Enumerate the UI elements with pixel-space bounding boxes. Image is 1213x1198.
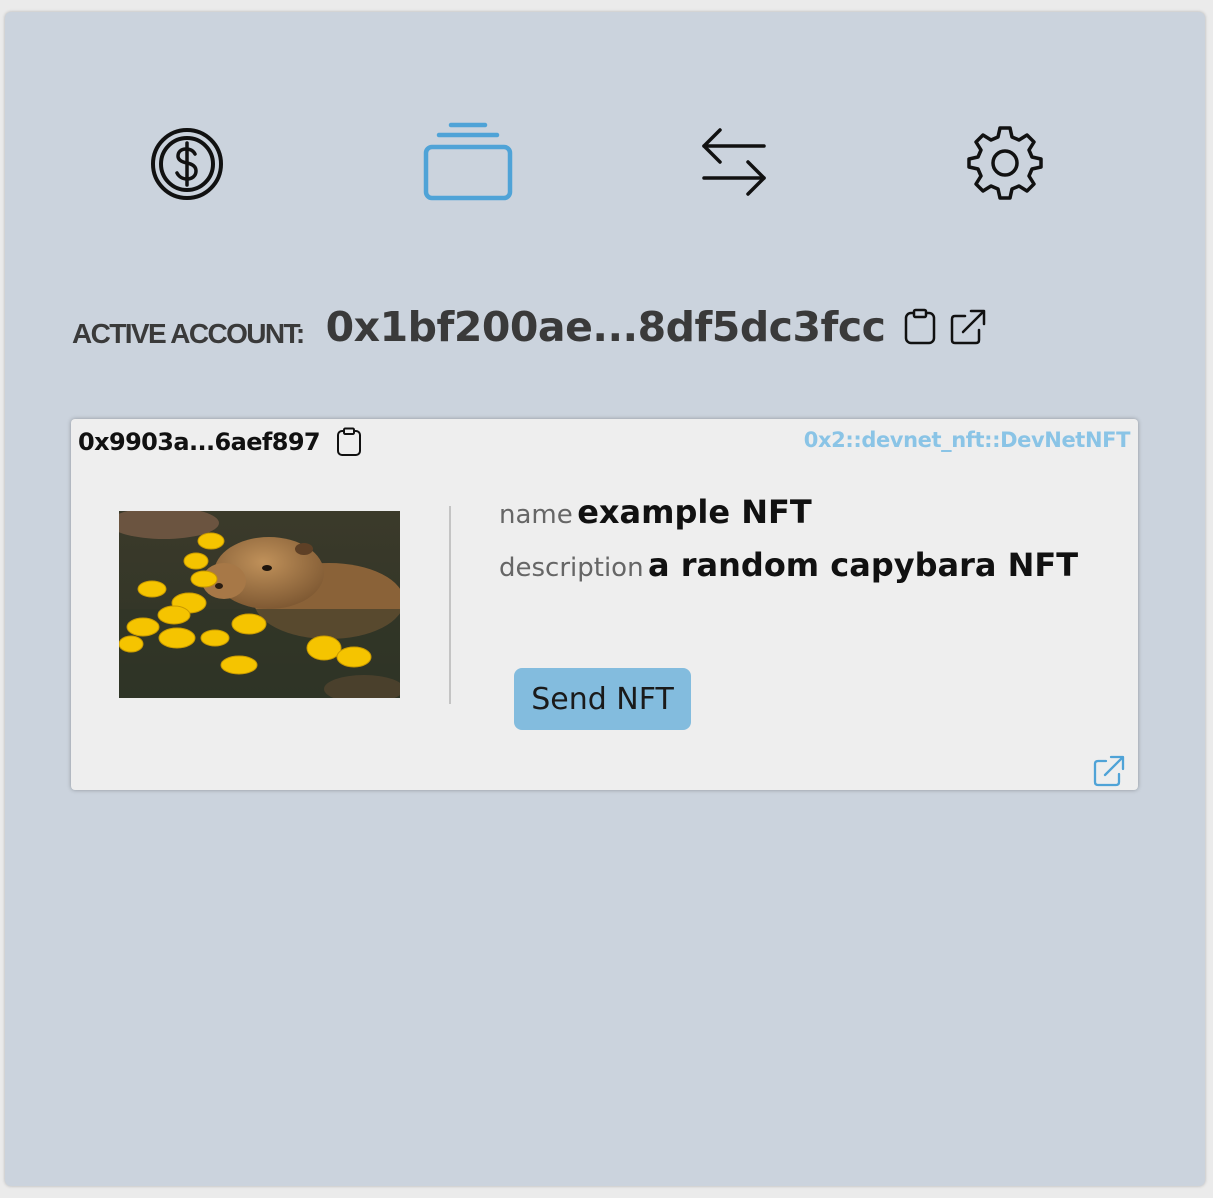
nav-coins-button[interactable] [145, 122, 229, 206]
open-nft-explorer-button[interactable] [1092, 754, 1126, 788]
nav-transactions-button[interactable] [694, 122, 774, 202]
external-link-icon [1093, 755, 1125, 787]
active-account-address: 0x1bf200ae...8df5dc3fcc [325, 303, 886, 351]
nft-object-id: 0x9903a...6aef897 [78, 428, 321, 456]
nav-settings-button[interactable] [965, 122, 1045, 202]
field-key: name [499, 500, 573, 530]
external-link-icon [951, 309, 986, 345]
gear-icon [967, 126, 1043, 200]
nft-field-name: name example NFT [499, 491, 1099, 534]
open-account-explorer-button[interactable] [949, 308, 987, 346]
coin-icon [151, 128, 223, 200]
top-nav [5, 12, 1205, 312]
arrows-left-right-icon [702, 128, 766, 196]
field-key: description [499, 553, 644, 584]
clipboard-icon [905, 308, 936, 345]
send-nft-button[interactable]: Send NFT [514, 668, 691, 730]
nft-field-description: description a random capybara NFT [499, 544, 1099, 587]
field-value: a random capybara NFT [648, 546, 1079, 585]
active-account-label: ACTIVE ACCOUNT: [72, 318, 305, 349]
card-divider [449, 506, 451, 704]
nft-card-header: 0x9903a...6aef897 [78, 427, 362, 457]
nft-object-type: 0x2::devnet_nft::DevNetNFT [803, 428, 1131, 452]
nft-card: 0x9903a...6aef897 0x2::devnet_nft::DevNe… [71, 419, 1138, 790]
active-account-row: ACTIVE ACCOUNT: 0x1bf200ae...8df5dc3fcc [72, 292, 987, 362]
nft-image [119, 511, 400, 698]
field-value: example NFT [577, 493, 812, 531]
nft-fields: name example NFT description a random ca… [499, 491, 1099, 587]
nav-nfts-button[interactable] [418, 116, 518, 206]
stack-icon [423, 122, 513, 201]
wallet-window: ACTIVE ACCOUNT: 0x1bf200ae...8df5dc3fcc … [5, 12, 1205, 1186]
clipboard-icon [337, 427, 362, 456]
copy-address-button[interactable] [903, 308, 937, 346]
copy-object-id-button[interactable] [336, 427, 362, 457]
